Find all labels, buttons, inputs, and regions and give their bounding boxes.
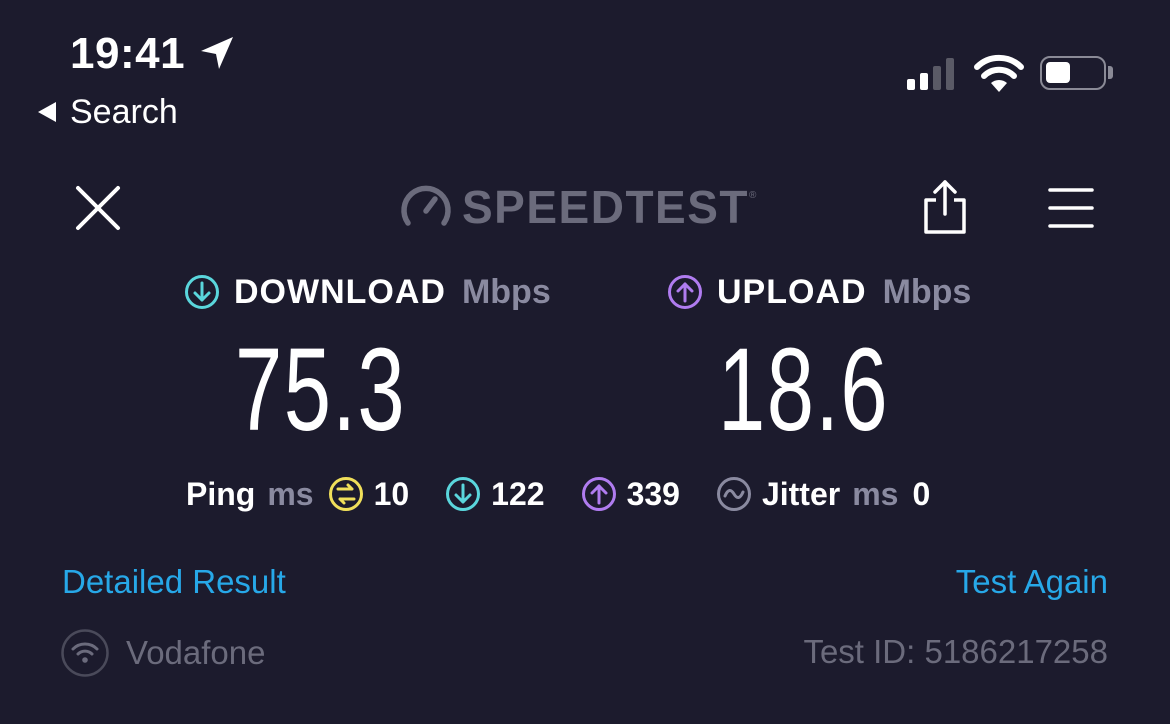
wifi-status-icon	[973, 54, 1025, 99]
battery-level	[1046, 62, 1070, 83]
download-value: 75.3	[235, 324, 407, 456]
upload-unit: Mbps	[882, 272, 972, 311]
upload-ping-value: 339	[626, 475, 680, 512]
battery-tip	[1108, 66, 1113, 79]
speedometer-icon	[401, 185, 451, 226]
upload-heading: UPLOAD Mbps	[667, 270, 971, 314]
isp-name: Vodafone	[126, 634, 266, 671]
isp-info: Vodafone	[60, 628, 265, 678]
status-time: 19:41	[70, 29, 186, 78]
download-label: DOWNLOAD	[234, 272, 446, 311]
download-heading: DOWNLOAD Mbps	[184, 270, 551, 314]
brand-name: SPEEDTEST	[462, 181, 750, 233]
brand-mark: ®	[749, 190, 757, 201]
back-to-search[interactable]: Search	[38, 92, 178, 132]
jitter-unit: ms	[852, 475, 899, 512]
upload-arrow-icon	[668, 275, 702, 309]
back-arrow-icon	[38, 102, 56, 122]
idle-ping-value: 10	[373, 475, 410, 512]
back-label: Search	[70, 93, 178, 131]
battery-icon	[1040, 56, 1106, 90]
idle-ping-icon	[328, 476, 364, 512]
download-unit: Mbps	[461, 272, 551, 311]
close-button[interactable]	[74, 184, 122, 237]
test-id: Test ID: 5186217258	[803, 633, 1108, 670]
cellular-signal-icon	[907, 58, 954, 90]
upload-label: UPLOAD	[717, 272, 867, 311]
location-arrow-icon	[198, 34, 236, 77]
share-button[interactable]	[922, 178, 968, 241]
ping-label: Ping	[186, 475, 256, 512]
menu-button[interactable]	[1048, 186, 1094, 235]
share-icon	[924, 180, 966, 234]
jitter-label: Jitter	[761, 475, 841, 512]
download-ping-value: 122	[491, 475, 545, 512]
wifi-circle-icon	[61, 629, 109, 677]
test-again-link[interactable]: Test Again	[956, 562, 1108, 602]
menu-icon	[1048, 188, 1094, 228]
jitter-value: 0	[912, 475, 931, 512]
download-arrow-icon	[185, 275, 219, 309]
upload-ping-icon	[581, 476, 617, 512]
speedtest-logo: SPEEDTEST ®	[400, 180, 756, 234]
close-icon	[76, 186, 120, 230]
detailed-result-link[interactable]: Detailed Result	[62, 562, 286, 602]
jitter-icon	[716, 476, 752, 512]
download-ping-icon	[445, 476, 481, 512]
ping-unit: ms	[267, 475, 314, 512]
ping-row: Ping ms 10 122 339 Jitter ms 0	[186, 472, 930, 516]
upload-value: 18.6	[718, 324, 890, 456]
